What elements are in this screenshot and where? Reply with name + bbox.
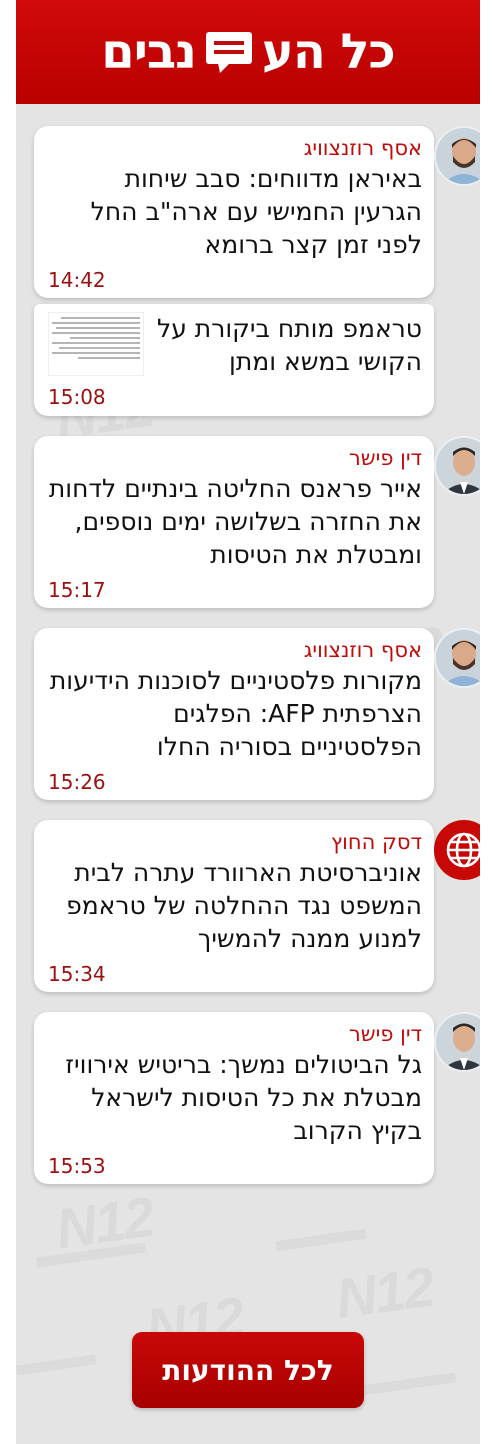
card-author: דסק החוץ bbox=[330, 830, 422, 854]
card-time: 15:17 bbox=[48, 578, 106, 602]
card-headline: גל הביטולים נמשך: בריטיש אירוויז מבטלת א… bbox=[65, 1050, 422, 1145]
author-avatar bbox=[434, 1012, 480, 1072]
document-thumbnail bbox=[48, 312, 144, 376]
site-header: כל הע נבים bbox=[16, 0, 480, 104]
site-logo[interactable]: כל הע נבים bbox=[101, 24, 396, 80]
app-frame: N12 N12 N12 N12 N12 N12 N12 N12 כל הע נב… bbox=[16, 0, 480, 1444]
background-watermark: N12 bbox=[332, 1254, 437, 1332]
card-author: אסף רוזנצוויג bbox=[303, 638, 422, 662]
globe-icon bbox=[434, 820, 480, 880]
card-time: 15:08 bbox=[48, 385, 106, 409]
speech-bubble-icon bbox=[204, 30, 254, 74]
update-card[interactable]: דסק החוץ אוניברסיטת הארוורד עתרה לבית המ… bbox=[34, 820, 434, 992]
background-watermark: N12 bbox=[52, 1184, 157, 1262]
author-avatar bbox=[434, 436, 480, 496]
background-watermark bbox=[16, 1354, 97, 1376]
all-updates-button[interactable]: לכל ההודעות bbox=[132, 1332, 364, 1408]
background-watermark bbox=[35, 1242, 147, 1268]
card-headline: אייר פראנס החליטה בינתיים לדחות את החזרה… bbox=[48, 474, 422, 569]
card-headline: באיראן מדווחים: סבב שיחות הגרעין החמישי … bbox=[90, 164, 422, 259]
update-card[interactable]: דין פישר אייר פראנס החליטה בינתיים לדחות… bbox=[34, 436, 434, 608]
card-author: דין פישר bbox=[348, 446, 422, 470]
author-avatar bbox=[434, 126, 480, 186]
card-headline: מקורות פלסטיניים לסוכנות הידיעות הצרפתית… bbox=[49, 666, 422, 761]
logo-text-right: כל הע bbox=[261, 24, 396, 80]
update-card[interactable]: אסף רוזנצוויג באיראן מדווחים: סבב שיחות … bbox=[34, 126, 434, 298]
logo-text-left: נבים bbox=[101, 24, 197, 80]
update-card[interactable]: אסף רוזנצוויג מקורות פלסטיניים לסוכנות ה… bbox=[34, 628, 434, 800]
card-time: 15:26 bbox=[48, 770, 106, 794]
card-author: אסף רוזנצוויג bbox=[303, 136, 422, 160]
author-avatar bbox=[434, 628, 480, 688]
card-time: 15:53 bbox=[48, 1154, 106, 1178]
card-time: 15:34 bbox=[48, 962, 106, 986]
background-watermark bbox=[275, 1228, 367, 1252]
update-card[interactable]: דין פישר גל הביטולים נמשך: בריטיש אירווי… bbox=[34, 1012, 434, 1184]
card-time: 14:42 bbox=[48, 268, 106, 292]
card-headline: אוניברסיטת הארוורד עתרה לבית המשפט נגד ה… bbox=[66, 858, 422, 953]
card-headline: טראמפ מותח ביקורת על הקושי במשא ומתן bbox=[156, 314, 422, 376]
update-card[interactable]: טראמפ מותח ביקורת על הקושי במשא ומתן 15:… bbox=[34, 304, 434, 416]
card-author: דין פישר bbox=[348, 1022, 422, 1046]
